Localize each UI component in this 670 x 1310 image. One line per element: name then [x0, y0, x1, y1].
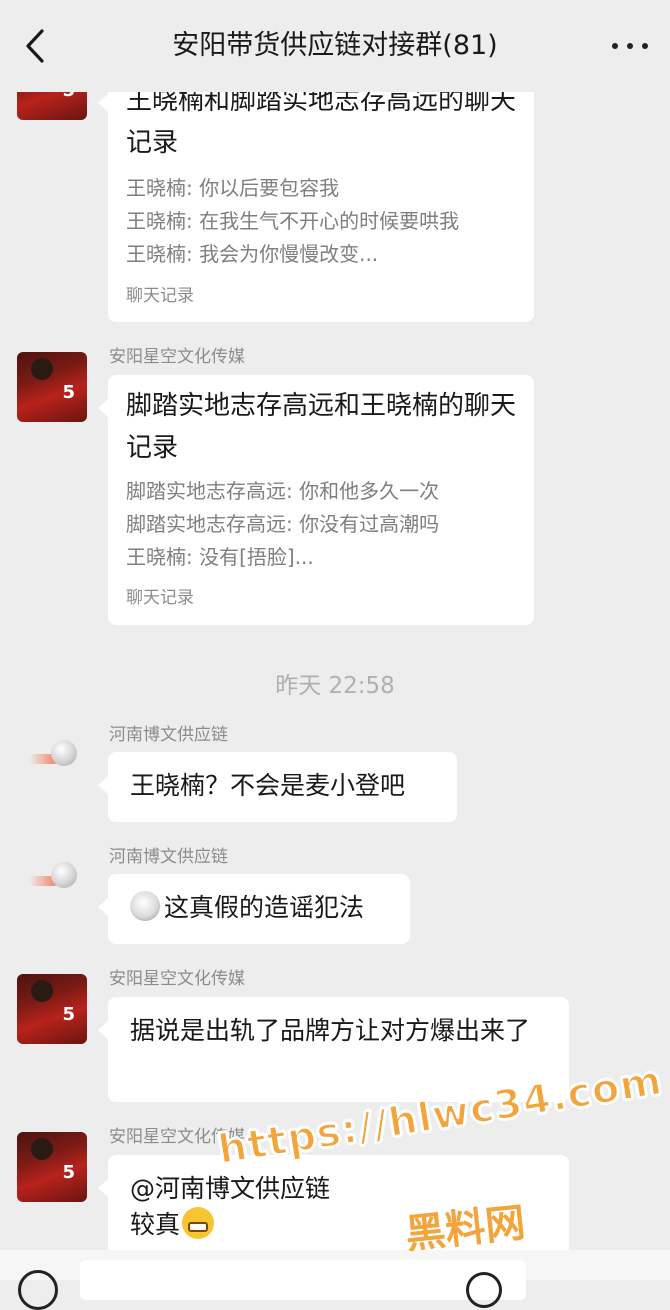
sender-name: 安阳星空文化传媒 — [109, 347, 245, 367]
message-input[interactable] — [80, 1260, 526, 1300]
message-text: 这真假的造谣犯法 — [164, 893, 365, 922]
chat-record-footer: 聊天记录 — [126, 588, 194, 608]
group-title: 安阳带货供应链对接群(81) — [172, 30, 498, 61]
sender-name: 安阳星空文化传媒 — [109, 969, 245, 989]
mention-text[interactable]: @河南博文供应链 — [130, 1171, 551, 1207]
chat-record-title: 脚踏实地志存高远和王晓楠的聊天记录 — [126, 391, 517, 463]
more-dots-icon[interactable] — [610, 36, 654, 56]
message-bubble[interactable]: @河南博文供应链 较真 — [98, 1155, 569, 1255]
avatar[interactable] — [17, 846, 87, 916]
time-divider: 昨天 22:58 — [275, 673, 395, 699]
avatar[interactable]: 5 — [17, 352, 87, 422]
message-text: 据说是出轨了品牌方让对方爆出来了 — [130, 1016, 531, 1045]
chat-record-title: 王晓楠和脚踏实地志存高远的聊天记录 — [126, 86, 517, 158]
input-bar — [0, 1250, 670, 1310]
chat-record-line: 王晓楠: 我会为你慢慢改变... — [126, 242, 379, 266]
chat-record-line: 王晓楠: 你以后要包容我 — [126, 176, 340, 200]
message-text: 较真 — [130, 1210, 181, 1239]
sender-name: 安阳星空文化传媒 — [109, 1127, 245, 1147]
message-bubble[interactable]: 据说是出轨了品牌方让对方爆出来了 — [98, 997, 569, 1102]
chat-record-footer: 聊天记录 — [126, 286, 194, 306]
message-bubble[interactable]: 王晓楠？不会是麦小登吧 — [98, 752, 457, 822]
chat-record-card[interactable]: 王晓楠和脚踏实地志存高远的聊天记录 王晓楠: 你以后要包容我 王晓楠: 在我生气… — [98, 70, 534, 322]
chat-record-line: 脚踏实地志存高远: 你和他多久一次 — [126, 479, 440, 503]
avatar[interactable]: 5 — [17, 1132, 87, 1202]
avatar[interactable]: 5 — [17, 974, 87, 1044]
avatar[interactable] — [17, 724, 87, 794]
message-bubble[interactable]: 这真假的造谣犯法 — [98, 874, 410, 944]
chat-record-line: 王晓楠: 在我生气不开心的时候要哄我 — [126, 209, 460, 233]
message-text: 王晓楠？不会是麦小登吧 — [130, 771, 406, 800]
emoji-icon[interactable] — [466, 1272, 502, 1308]
sender-name: 河南博文供应链 — [109, 847, 228, 867]
chat-header: 安阳带货供应链对接群(81) — [0, 0, 670, 92]
grin-emoji-icon — [182, 1207, 215, 1239]
fist-emoji-icon — [130, 891, 160, 921]
chat-record-card[interactable]: 脚踏实地志存高远和王晓楠的聊天记录 脚踏实地志存高远: 你和他多久一次 脚踏实地… — [98, 375, 534, 625]
sender-name: 河南博文供应链 — [109, 725, 228, 745]
chat-record-line: 王晓楠: 没有[捂脸]... — [126, 545, 314, 569]
chevron-left-icon[interactable] — [20, 28, 50, 64]
chat-record-line: 脚踏实地志存高远: 你没有过高潮吗 — [126, 512, 440, 536]
voice-icon[interactable] — [18, 1270, 58, 1310]
